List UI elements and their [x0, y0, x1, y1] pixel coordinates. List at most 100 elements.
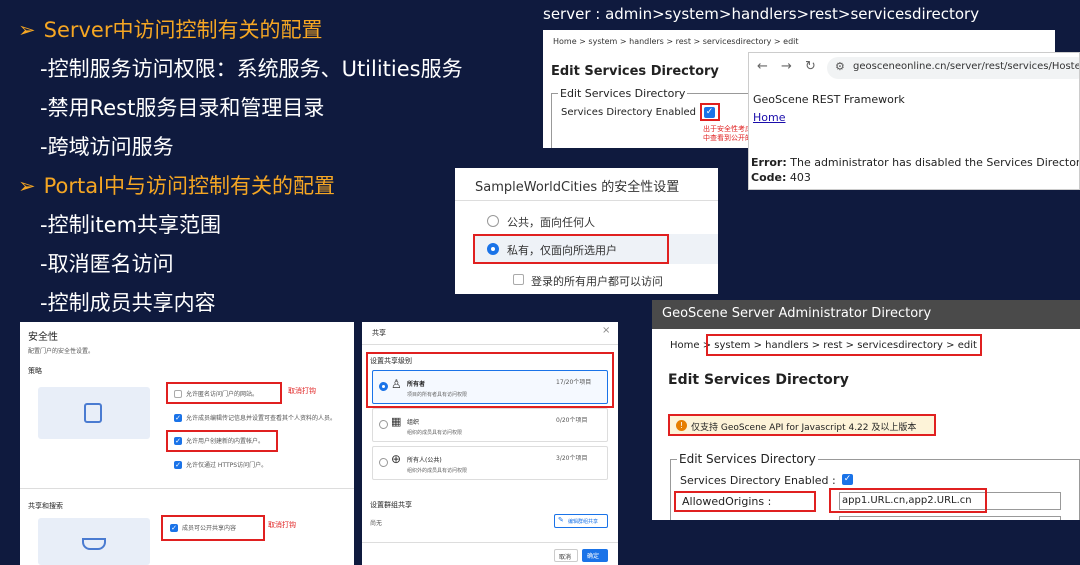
portal-bullet-1: -控制item共享范围 — [40, 213, 222, 237]
share-illustration — [38, 518, 150, 565]
site-info-icon[interactable]: ⚙ — [835, 60, 845, 73]
building-icon: ▦ — [391, 415, 402, 428]
public-option-label: 公共，面向任何人 — [507, 216, 595, 229]
highlight-box — [829, 488, 987, 513]
arrow-bullet-icon: ➢ — [18, 174, 36, 198]
error-message: Error: The administrator has disabled th… — [751, 156, 1080, 169]
server-bullet-1: -控制服务访问权限：系统服务、Utilities服务 — [40, 57, 463, 81]
code-message: Code: 403 — [751, 171, 811, 184]
all-users-label: 登录的所有用户都可以访问 — [531, 275, 663, 288]
divider — [362, 344, 618, 345]
server-bullet-3: -跨域访问服务 — [40, 135, 174, 159]
org-name: 组织 — [407, 419, 420, 426]
next-field-input[interactable] — [839, 516, 1061, 520]
org-radio[interactable] — [379, 420, 388, 429]
forward-arrow-icon[interactable]: → — [781, 59, 792, 74]
group-share-title: 设置群组共享 — [370, 501, 412, 509]
highlight-box — [166, 430, 278, 452]
highlight-box — [166, 382, 282, 404]
back-arrow-icon[interactable]: ← — [757, 59, 768, 74]
portal-config-heading-text: Portal中与访问控制有关的配置 — [43, 174, 335, 198]
cancel-label: 取消 — [559, 554, 572, 561]
members-edit-label: 允许成员编辑传记信息并设置可查看其个人资料的人员。 — [186, 415, 337, 422]
org-option[interactable]: ▦ 组织 组织的成员具有访问权限 0/20个项目 — [372, 408, 608, 442]
portal-security-title: 安全性 — [28, 332, 58, 343]
policy-heading: 策略 — [28, 367, 42, 375]
private-radio[interactable] — [487, 243, 499, 255]
public-radio[interactable] — [379, 458, 388, 467]
framework-title: GeoScene REST Framework — [753, 93, 905, 106]
code-value: 403 — [786, 171, 811, 184]
highlight-box — [706, 334, 982, 356]
edit-group-share-button[interactable]: ✎ 编辑群组共享 — [554, 514, 608, 528]
address-bar[interactable]: ⚙ geosceneonline.cn/server/rest/services… — [827, 57, 1080, 79]
org-count: 0/20个项目 — [556, 417, 588, 424]
lock-icon — [84, 403, 102, 423]
group-none: 尚无 — [370, 520, 383, 527]
members-edit-checkbox[interactable]: ✓ — [174, 414, 182, 422]
edit-icon: ✎ — [558, 516, 564, 524]
admin-fieldset-legend: Edit Services Directory — [679, 452, 816, 466]
portal-security-desc: 配置门户的安全性设置。 — [28, 348, 95, 355]
owner-radio[interactable] — [379, 382, 388, 391]
page-title: Edit Services Directory — [551, 64, 719, 79]
error-label: Error: — [751, 156, 787, 169]
fieldset-legend: Edit Services Directory — [560, 87, 686, 100]
owner-name: 所有者 — [407, 381, 426, 388]
hand-icon — [82, 538, 106, 550]
divider — [20, 488, 354, 489]
home-link[interactable]: Home — [670, 340, 700, 351]
url-text: geosceneonline.cn/server/rest/services/H… — [853, 61, 1080, 72]
warning-icon: ! — [676, 420, 687, 431]
enabled-label: Services Directory Enabled : — [561, 107, 703, 118]
divider — [455, 200, 718, 201]
edit-group-share-label: 编辑群组共享 — [568, 519, 599, 525]
dialog-title: 共享 — [372, 329, 386, 337]
person-icon: ♙ — [391, 377, 402, 391]
policy-illustration — [38, 387, 150, 439]
owner-option[interactable]: ♙ 所有者 项目的所有者具有访问权限 17/20个项目 — [372, 370, 608, 404]
member-share-label: 成员可公开共享内容 — [182, 525, 237, 532]
version-warning: ! 仅支持 GeoScene API for Javascript 4.22 及… — [668, 414, 936, 436]
ok-button[interactable]: 确定 — [582, 549, 608, 562]
arrow-bullet-icon: ➢ — [18, 18, 36, 42]
ok-label: 确定 — [587, 553, 600, 560]
https-only-checkbox[interactable]: ✓ — [174, 461, 182, 469]
warning-text: 仅支持 GeoScene API for Javascript 4.22 及以上… — [691, 423, 917, 433]
cancel-check-hint: 取消打钩 — [268, 521, 296, 529]
globe-icon: ⊕ — [391, 452, 402, 466]
admin-header-title: GeoScene Server Administrator Directory — [662, 306, 932, 321]
private-option-label: 私有，仅面向所选用户 — [507, 244, 617, 257]
public-option[interactable]: ⊕ 所有人(公共) 组织外的成员具有访问权限 3/20个项目 — [372, 446, 608, 480]
reload-icon[interactable]: ↻ — [805, 59, 816, 74]
portal-bullet-3: -控制成员共享内容 — [40, 291, 216, 315]
divider — [362, 542, 618, 543]
public-radio[interactable] — [487, 215, 499, 227]
server-config-heading: ➢ Server中访问控制有关的配置 — [18, 18, 322, 43]
browser-error-shot: ← → ↻ ⚙ geosceneonline.cn/server/rest/se… — [748, 52, 1080, 190]
admin-header-bar: GeoScene Server Administrator Directory — [652, 300, 1080, 329]
portal-security-shot: 安全性 配置门户的安全性设置。 策略 允许匿名访问门户的网站。 取消打钩 ✓ 允… — [20, 322, 354, 565]
security-title: SampleWorldCities 的安全性设置 — [475, 180, 680, 195]
cancel-check-hint: 取消打钩 — [288, 387, 316, 395]
admin-enabled-checkbox[interactable]: ✓ — [842, 474, 853, 485]
portal-config-heading: ➢ Portal中与访问控制有关的配置 — [18, 174, 335, 199]
enabled-checkbox[interactable]: ✓ — [704, 107, 715, 118]
all-users-checkbox[interactable] — [513, 274, 524, 285]
share-search-heading: 共享和搜索 — [28, 502, 63, 510]
allowed-origins-label: AllowedOrigins : — [682, 495, 772, 508]
member-share-checkbox[interactable]: ✓ — [170, 524, 178, 532]
share-dialog-shot: 共享 × 设置共享级别 ♙ 所有者 项目的所有者具有访问权限 17/20个项目 … — [362, 322, 618, 565]
cancel-button[interactable]: 取消 — [554, 549, 578, 562]
code-label: Code: — [751, 171, 787, 184]
home-link[interactable]: Home — [753, 111, 785, 124]
public-count: 3/20个项目 — [556, 455, 588, 462]
owner-desc: 项目的所有者具有访问权限 — [407, 392, 468, 398]
server-config-heading-text: Server中访问控制有关的配置 — [43, 18, 323, 42]
admin-enabled-label: Services Directory Enabled : — [680, 474, 836, 487]
error-text: The administrator has disabled the Servi… — [786, 156, 1080, 169]
public-desc: 组织外的成员具有访问权限 — [407, 468, 468, 474]
owner-count: 17/20个项目 — [556, 379, 592, 386]
close-icon[interactable]: × — [602, 325, 610, 336]
https-only-label: 允许仅通过 HTTPS访问门户。 — [186, 462, 268, 469]
